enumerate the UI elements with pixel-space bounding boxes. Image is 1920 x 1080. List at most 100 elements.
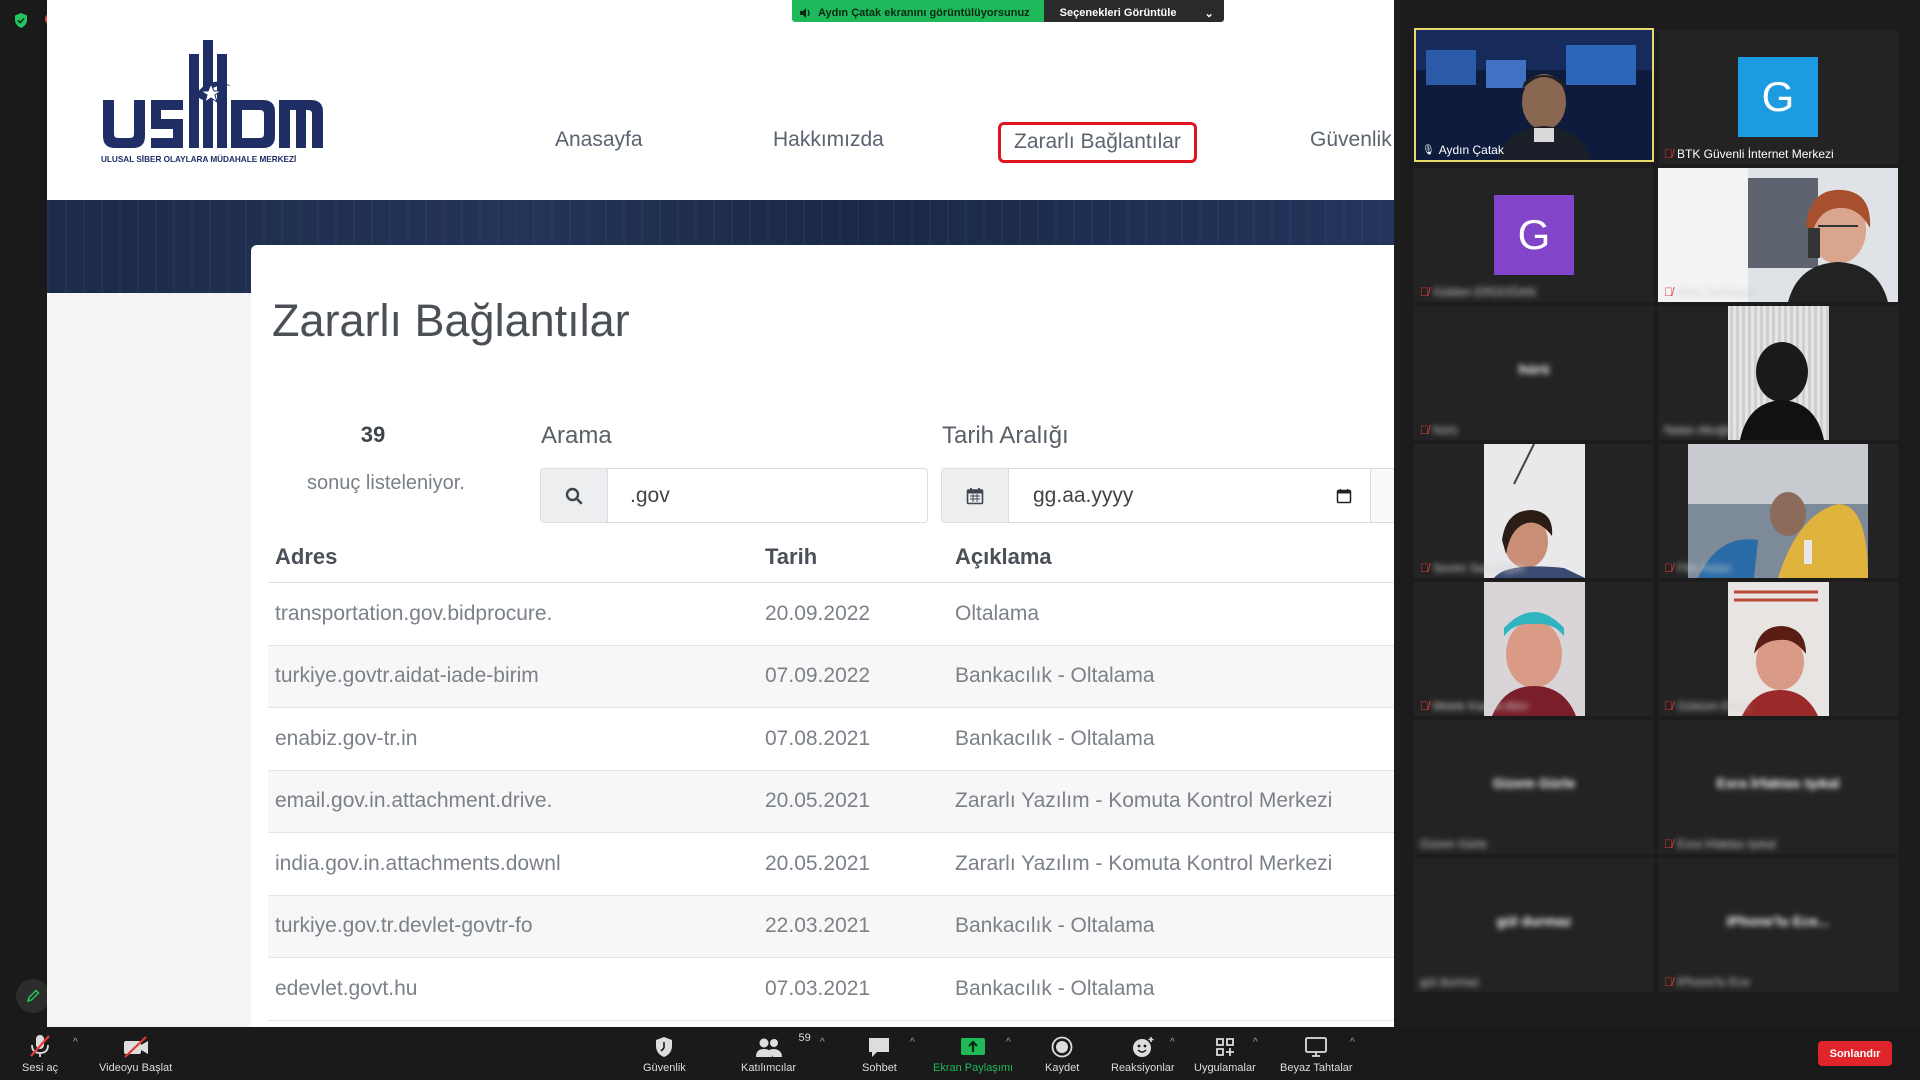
chat-button[interactable]: Sohbet — [862, 1032, 897, 1074]
participant-tile[interactable]: 🎙̸ Melek Kandil Altın — [1414, 582, 1654, 716]
result-count: 39 — [360, 422, 386, 447]
chat-options-caret[interactable]: ^ — [910, 1037, 915, 1048]
whiteboard-icon — [1305, 1037, 1328, 1057]
calendar-picker-icon[interactable] — [1336, 488, 1352, 504]
date-input[interactable]: gg.aa.yyyy — [1009, 469, 1370, 522]
participant-name: Nalan Akoğlu — [1664, 423, 1735, 437]
apps-options-caret[interactable]: ^ — [1253, 1037, 1258, 1048]
cell-description: Bankacılık - Oltalama — [955, 976, 1155, 1000]
pencil-icon — [26, 989, 40, 1003]
table-row[interactable]: turkiye.govtr.aidat-iade-birim 07.09.202… — [268, 645, 1394, 708]
reactions-options-caret[interactable]: ^ — [1170, 1037, 1175, 1048]
participant-tile[interactable]: 🎙̸ Arzu Sarıkaya — [1658, 168, 1898, 302]
participant-tile[interactable]: G 🎙̸ BTK Güvenli İnternet Merkezi — [1658, 30, 1898, 164]
participant-name-text: Gülden ERDOĞAN — [1433, 285, 1536, 299]
nav-security[interactable]: Güvenlik — [1310, 128, 1392, 152]
table-row[interactable]: edevlet.govt.hu 07.03.2021 Bankacılık - … — [268, 958, 1394, 1021]
column-header-address[interactable]: Adres — [268, 541, 758, 570]
cell-description: Bankacılık - Oltalama — [955, 726, 1155, 750]
participant-name: 🎙̸ hürü — [1420, 423, 1457, 437]
table-body: transportation.gov.bidprocure. 20.09.202… — [268, 583, 1394, 1021]
search-input[interactable] — [608, 469, 927, 522]
participant-name-text: Arzu Sarıkaya — [1677, 285, 1753, 299]
meeting-toolbar: Sesi aç ^ Videoyu Başlat Güvenlik 59 Kat… — [0, 1027, 1920, 1080]
column-header-date[interactable]: Tarih — [758, 541, 948, 570]
participant-tile[interactable]: Gizem Gürle Gizem Gürle — [1414, 720, 1654, 854]
search-icon-addon — [541, 469, 608, 522]
participant-tile[interactable]: hürü 🎙̸ hürü — [1414, 306, 1654, 440]
share-options-caret[interactable]: ^ — [1006, 1037, 1011, 1048]
cell-description: Zararlı Yazılım - Komuta Kontrol Merkezi — [955, 789, 1333, 813]
start-video-label: Videoyu Başlat — [99, 1062, 173, 1074]
audio-options-caret[interactable]: ^ — [73, 1037, 78, 1048]
participants-options-caret[interactable]: ^ — [820, 1037, 825, 1048]
cell-address: turkiye.govtr.aidat-iade-birim — [275, 664, 539, 688]
participant-name: 🎙̸ Melek Kandil Altın — [1420, 699, 1528, 713]
table-row[interactable]: email.gov.in.attachment.drive. 20.05.202… — [268, 770, 1394, 833]
whiteboards-options-caret[interactable]: ^ — [1350, 1037, 1355, 1048]
unmute-button[interactable]: Sesi aç — [22, 1032, 58, 1074]
participant-video — [1728, 582, 1829, 716]
start-video-button[interactable]: Videoyu Başlat — [99, 1032, 172, 1074]
mic-muted-icon: 🎙̸ — [1664, 147, 1673, 161]
participants-label: Katılımcılar — [741, 1062, 797, 1074]
participant-name-text: Gülsüm Erçin — [1677, 699, 1750, 713]
reactions-button[interactable]: Reaksiyonlar — [1111, 1032, 1175, 1074]
date-range-end-field[interactable] — [1371, 468, 1394, 523]
reactions-label: Reaksiyonlar — [1111, 1062, 1175, 1074]
participant-tile[interactable]: iPhone'lu Ece... 🎙̸ iPhone'lu Ece — [1658, 858, 1898, 992]
whiteboards-label: Beyaz Tahtalar — [1280, 1062, 1353, 1074]
participant-tile[interactable]: 🎙̸ Gülsüm Erçin — [1658, 582, 1898, 716]
participant-tile[interactable]: Nalan Akoğlu — [1658, 306, 1898, 440]
avatar-initial: G — [1761, 73, 1795, 120]
table-row[interactable]: india.gov.in.attachments.downl 20.05.202… — [268, 833, 1394, 896]
participant-center-name: Esra İrfaktas Işıkal — [1716, 775, 1840, 791]
share-screen-label: Ekran Paylaşımı — [933, 1062, 1014, 1074]
view-options-button[interactable]: Seçenekleri Görüntüle ⌄ — [1043, 0, 1224, 22]
participant-center-name: hürü — [1518, 361, 1550, 377]
table-row[interactable]: turkiye.gov.tr.devlet-govtr-fo 22.03.202… — [268, 895, 1394, 958]
calendar-icon — [966, 487, 984, 504]
nav-about[interactable]: Hakkımızda — [773, 128, 884, 152]
participant-tile[interactable]: 🎙 Aydın Çatak — [1414, 28, 1654, 162]
cell-date: 07.03.2021 — [765, 976, 871, 1000]
record-button[interactable]: Kaydet — [1045, 1032, 1079, 1074]
participants-button[interactable]: 59 Katılımcılar — [741, 1032, 811, 1074]
participant-tile[interactable]: 🎙̸ Sevim Sarıdoğan — [1414, 444, 1654, 578]
table-row[interactable]: transportation.gov.bidprocure. 20.09.202… — [268, 583, 1394, 646]
cell-date: 20.05.2021 — [765, 851, 871, 875]
participant-name-text: iPhone'lu Ece — [1677, 975, 1751, 989]
mic-muted-icon: 🎙̸ — [1420, 561, 1429, 575]
security-button[interactable]: Güvenlik — [643, 1032, 686, 1074]
participant-video — [1658, 168, 1898, 302]
avatar: G — [1738, 57, 1818, 137]
record-label: Kaydet — [1045, 1062, 1080, 1074]
participant-name-text: Melek Kandil Altın — [1433, 699, 1529, 713]
mic-muted-icon: 🎙̸ — [1664, 837, 1673, 851]
end-meeting-label: Sonlandır — [1829, 1047, 1881, 1060]
participant-tile[interactable]: gül durmaz gül durmaz — [1414, 858, 1654, 992]
participant-name: 🎙̸ Filiz Aslan — [1664, 561, 1731, 575]
participant-name-text: Nalan Akoğlu — [1664, 423, 1735, 437]
participant-center-name: Gizem Gürle — [1492, 775, 1576, 791]
participant-name: 🎙̸ Arzu Sarıkaya — [1664, 285, 1752, 299]
end-meeting-button[interactable]: Sonlandır — [1818, 1041, 1892, 1066]
participant-tile[interactable]: G 🎙̸ Gülden ERDOĞAN — [1414, 168, 1654, 302]
usom-logo[interactable]: ULUSAL SİBER OLAYLARA MÜDAHALE MERKEZİ — [99, 34, 325, 170]
share-screen-button[interactable]: Ekran Paylaşımı — [933, 1032, 1013, 1074]
record-icon — [1051, 1036, 1073, 1058]
avatar-initial: G — [1517, 211, 1551, 258]
participant-tile[interactable]: Esra İrfaktas Işıkal 🎙̸ Esra İrfaktas Iş… — [1658, 720, 1898, 854]
annotate-button[interactable] — [16, 979, 50, 1013]
participant-tile[interactable]: 🎙̸ Filiz Aslan — [1658, 444, 1898, 578]
speaker-icon — [800, 8, 810, 18]
nav-home[interactable]: Anasayfa — [555, 128, 643, 152]
participant-name: Gizem Gürle — [1420, 837, 1487, 851]
table-row[interactable]: enabiz.gov-tr.in 07.08.2021 Bankacılık -… — [268, 708, 1394, 771]
nav-malicious-links[interactable]: Zararlı Bağlantılar — [998, 122, 1197, 163]
apps-button[interactable]: Uygulamalar — [1194, 1032, 1256, 1074]
whiteboards-button[interactable]: Beyaz Tahtalar — [1280, 1032, 1353, 1074]
shield-icon[interactable] — [14, 13, 28, 28]
search-field — [540, 468, 928, 523]
column-header-description[interactable]: Açıklama — [948, 541, 1394, 570]
